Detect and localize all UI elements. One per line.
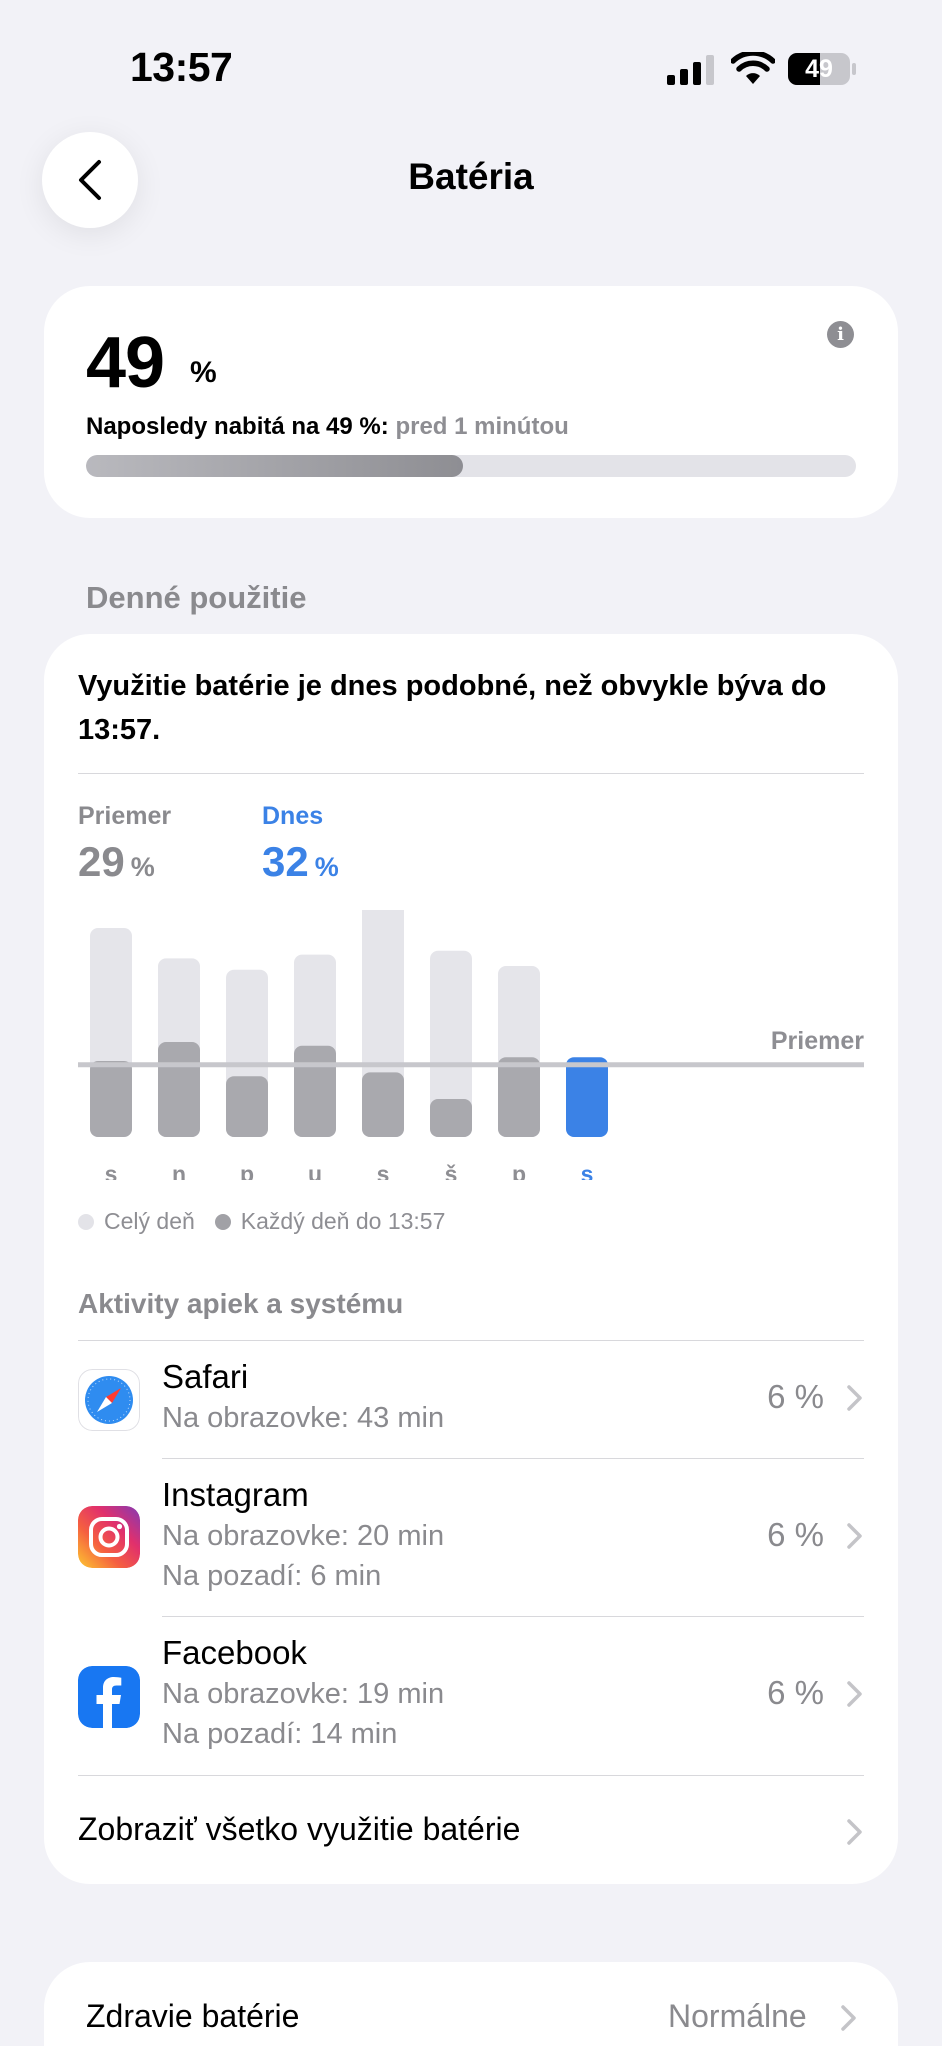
average-label: Priemer (78, 802, 172, 830)
app-name: Safari (162, 1358, 249, 1395)
average-unit: % (130, 852, 155, 882)
battery-level-bar (86, 455, 856, 477)
legend-until-now: Každý deň do 13:57 (240, 1208, 446, 1234)
show-all-usage-link[interactable]: Zobraziť všetko využitie batérie (78, 1811, 520, 1848)
wifi-icon (731, 52, 775, 84)
x-tick-label: u (308, 1161, 322, 1180)
app-background-time: Na pozadí: 6 min (162, 1560, 382, 1592)
app-background-time: Na pozadí: 14 min (162, 1718, 398, 1750)
bar-until-now (362, 1072, 404, 1137)
info-icon[interactable]: i (827, 321, 854, 348)
app-row-instagram[interactable]: Instagram Na obrazovke: 20 min Na pozadí… (78, 1458, 864, 1616)
x-tick-label: n (172, 1161, 186, 1180)
cellular-signal-icon (667, 55, 714, 85)
last-charged-label: Naposledy nabitá na 49 %: (86, 413, 389, 440)
app-screen-time: Na obrazovke: 43 min (162, 1402, 445, 1434)
divider (78, 1775, 864, 1776)
legend-dot-full-day (78, 1213, 94, 1230)
today-value: 32% (262, 838, 339, 886)
battery-percent-unit: % (190, 356, 217, 389)
battery-status-level: 49 (805, 55, 833, 83)
battery-level-card (44, 286, 898, 518)
status-time: 13:57 (130, 44, 233, 90)
x-tick-label: s (377, 1161, 390, 1180)
chevron-right-icon (847, 1523, 862, 1549)
activities-heading: Aktivity apiek a systému (78, 1288, 404, 1319)
daily-usage-heading: Denné použitie (86, 580, 307, 615)
battery-status-icon: 49 (787, 52, 857, 86)
average-value: 29% (78, 838, 155, 886)
bar-until-now (158, 1042, 200, 1137)
daily-usage-chart: s n p u s š p s Priemer (78, 910, 864, 1180)
chevron-right-icon (841, 2005, 856, 2031)
bar-until-now (294, 1045, 336, 1137)
x-tick-label: p (512, 1161, 526, 1180)
battery-health-value: Normálne (668, 1998, 807, 2034)
x-tick-label: s (105, 1161, 118, 1180)
app-name: Instagram (162, 1476, 309, 1513)
legend-dot-until-now (214, 1213, 231, 1230)
today-unit: % (314, 852, 339, 882)
last-charged-time: pred 1 minútou (395, 413, 569, 440)
last-charged-text: Naposledy nabitá na 49 %: pred 1 minútou (86, 413, 569, 441)
app-percent: 6 % (767, 1516, 824, 1553)
bar-until-now (226, 1076, 268, 1137)
bar-until-now (430, 1099, 472, 1137)
x-tick-label: š (445, 1161, 458, 1180)
app-name: Facebook (162, 1634, 307, 1671)
facebook-icon (78, 1666, 140, 1728)
today-number: 32 (262, 838, 309, 885)
battery-percent: 49 (86, 323, 165, 403)
x-tick-label: s (581, 1161, 594, 1180)
chevron-right-icon (847, 1385, 862, 1411)
app-screen-time: Na obrazovke: 20 min (162, 1520, 445, 1552)
average-number: 29 (78, 838, 125, 885)
app-percent: 6 % (767, 1378, 824, 1415)
instagram-icon (78, 1506, 140, 1568)
chart-legend: Celý deň Každý deň do 13:57 (78, 1208, 445, 1235)
battery-level-fill (86, 455, 464, 477)
legend-full-day: Celý deň (104, 1208, 195, 1234)
app-row-safari[interactable]: Safari Na obrazovke: 43 min 6 % (78, 1340, 864, 1458)
bar-until-now (90, 1061, 132, 1137)
chevron-right-icon (847, 1819, 862, 1845)
usage-summary: Využitie batérie je dnes podobné, než ob… (78, 670, 827, 746)
chevron-right-icon (847, 1681, 862, 1707)
divider (78, 773, 864, 774)
x-tick-label: p (240, 1161, 254, 1180)
bar-today (566, 1057, 608, 1137)
today-label: Dnes (262, 802, 324, 830)
safari-icon (78, 1369, 140, 1431)
app-row-facebook[interactable]: Facebook Na obrazovke: 19 min Na pozadí:… (78, 1616, 864, 1774)
app-percent: 6 % (767, 1674, 824, 1711)
average-line-label: Priemer (771, 1027, 864, 1055)
app-screen-time: Na obrazovke: 19 min (162, 1678, 445, 1710)
bar-until-now (498, 1057, 540, 1137)
page-title: Batéria (408, 156, 534, 197)
battery-health-label: Zdravie batérie (86, 1998, 300, 2034)
